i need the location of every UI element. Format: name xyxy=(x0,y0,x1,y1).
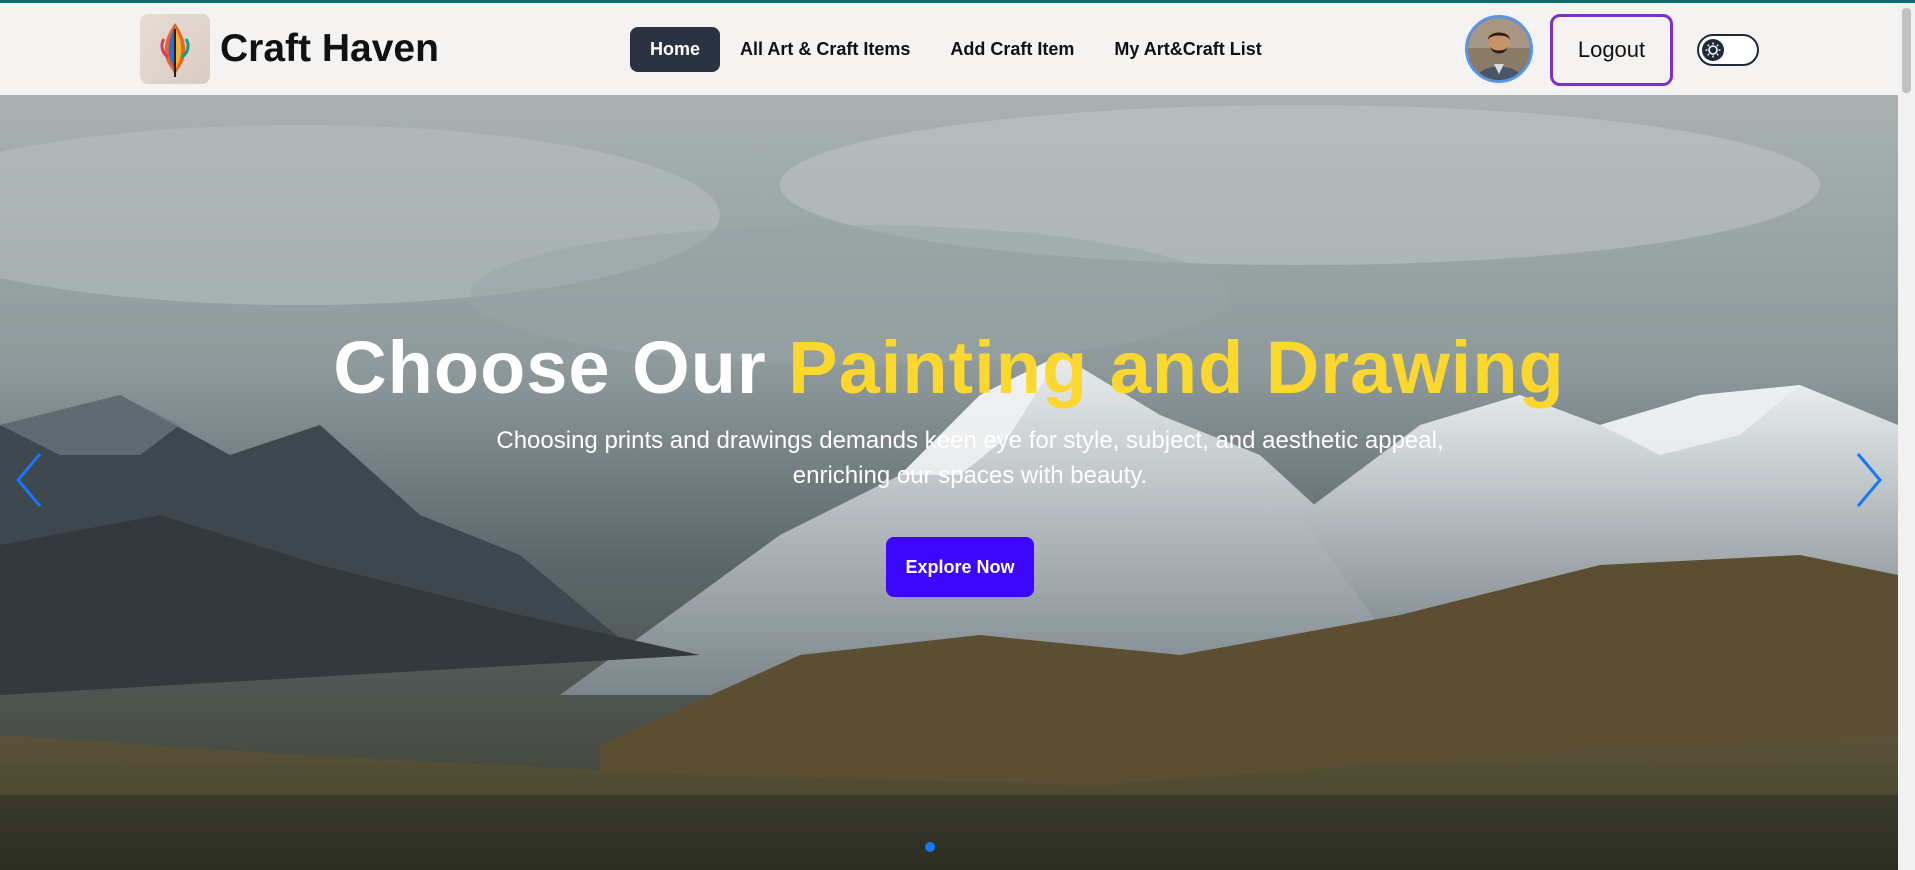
feather-logo-icon[interactable] xyxy=(140,14,210,84)
user-avatar[interactable] xyxy=(1465,15,1533,83)
nav-home[interactable]: Home xyxy=(630,27,721,72)
hero-subtitle: Choosing prints and drawings demands kee… xyxy=(496,427,1444,489)
scrollbar-thumb[interactable] xyxy=(1902,8,1911,93)
theme-toggle[interactable] xyxy=(1697,34,1759,66)
chevron-left-icon[interactable] xyxy=(12,450,46,510)
page-scrollbar[interactable] xyxy=(1898,3,1915,870)
hero-title-main: Choose Our xyxy=(333,326,789,409)
hero-title-accent: Painting and Drawing xyxy=(788,326,1565,409)
nav-my-art-craft-list[interactable]: My Art&Craft List xyxy=(1094,27,1281,72)
brand-name[interactable]: Craft Haven xyxy=(220,27,439,71)
nav-add-craft-item[interactable]: Add Craft Item xyxy=(930,27,1094,72)
navbar: Craft Haven Home All Art & Craft Items A… xyxy=(0,3,1898,95)
chevron-right-icon[interactable] xyxy=(1852,450,1886,510)
hero-slider: Choose Our Painting and Drawing Choosing… xyxy=(0,95,1898,870)
main-nav: Home All Art & Craft Items Add Craft Ite… xyxy=(630,27,1282,72)
hero-title: Choose Our Painting and Drawing xyxy=(0,325,1898,410)
explore-now-button[interactable]: Explore Now xyxy=(886,537,1034,597)
nav-all-art-craft-items[interactable]: All Art & Craft Items xyxy=(720,27,930,72)
pagination-dot[interactable] xyxy=(925,842,935,852)
brand[interactable]: Craft Haven xyxy=(140,14,439,84)
logout-button[interactable]: Logout xyxy=(1550,14,1673,86)
sun-icon xyxy=(1702,39,1724,61)
